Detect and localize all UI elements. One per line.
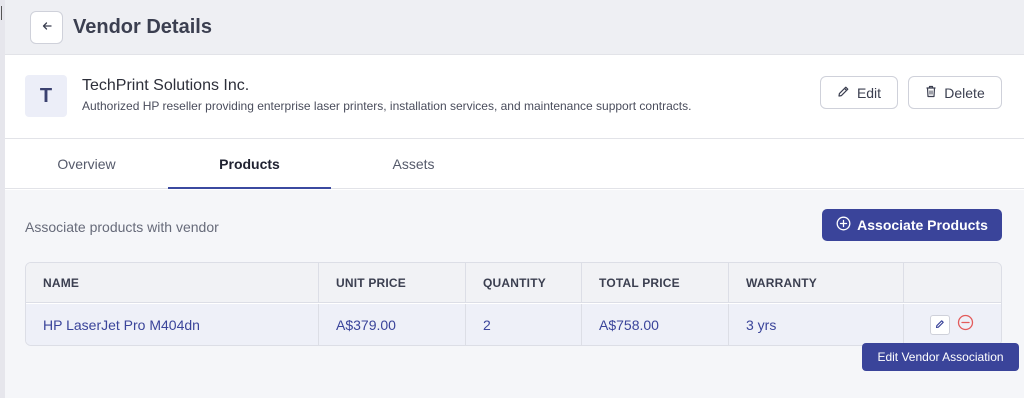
cell-unit-price: A$379.00 <box>319 304 466 345</box>
edit-association-button[interactable] <box>930 315 950 335</box>
tab-overview[interactable]: Overview <box>5 140 168 188</box>
pencil-icon <box>837 85 850 101</box>
minus-circle-icon <box>957 314 974 336</box>
page-title: Vendor Details <box>73 16 212 38</box>
tab-assets[interactable]: Assets <box>331 140 496 188</box>
tab-products[interactable]: Products <box>168 140 331 189</box>
table-row[interactable]: HP LaserJet Pro M404dn A$379.00 2 A$758.… <box>26 304 1001 345</box>
cell-warranty: 3 yrs <box>729 304 904 345</box>
edit-association-tooltip: Edit Vendor Association <box>862 343 1019 371</box>
pencil-icon <box>935 316 945 334</box>
column-header-quantity: QUANTITY <box>466 263 582 302</box>
table-header: NAME UNIT PRICE QUANTITY TOTAL PRICE WAR… <box>26 263 1001 303</box>
arrow-left-icon <box>41 19 53 37</box>
back-button[interactable] <box>30 11 63 44</box>
trash-icon <box>925 85 937 101</box>
associate-products-button[interactable]: Associate Products <box>822 209 1002 241</box>
column-header-warranty: WARRANTY <box>729 263 904 302</box>
column-header-unit-price: UNIT PRICE <box>319 263 466 302</box>
vendor-name: TechPrint Solutions Inc. <box>82 77 250 94</box>
cell-quantity: 2 <box>466 304 582 345</box>
vendor-avatar: T <box>25 75 67 117</box>
page-header: Vendor Details <box>5 0 1024 55</box>
delete-button-label: Delete <box>944 84 985 101</box>
cell-product-name[interactable]: HP LaserJet Pro M404dn <box>26 304 319 345</box>
edit-button[interactable]: Edit <box>820 76 898 109</box>
column-header-total-price: TOTAL PRICE <box>582 263 729 302</box>
column-header-name: NAME <box>26 263 319 302</box>
column-header-actions <box>904 263 1001 302</box>
tab-bar: Overview Products Assets <box>5 140 1024 189</box>
vendor-description: Authorized HP reseller providing enterpr… <box>82 99 692 113</box>
remove-association-button[interactable] <box>955 314 975 336</box>
products-table: NAME UNIT PRICE QUANTITY TOTAL PRICE WAR… <box>25 262 1002 346</box>
associate-products-label: Associate Products <box>857 217 988 233</box>
section-label: Associate products with vendor <box>25 219 219 235</box>
row-actions <box>930 314 975 336</box>
edit-button-label: Edit <box>856 84 882 101</box>
cell-total-price: A$758.00 <box>582 304 729 345</box>
plus-circle-icon <box>836 216 851 234</box>
vendor-summary-card: T TechPrint Solutions Inc. Authorized HP… <box>5 55 1024 139</box>
delete-button[interactable]: Delete <box>908 76 1002 109</box>
products-panel: Associate products with vendor Associate… <box>5 190 1024 398</box>
